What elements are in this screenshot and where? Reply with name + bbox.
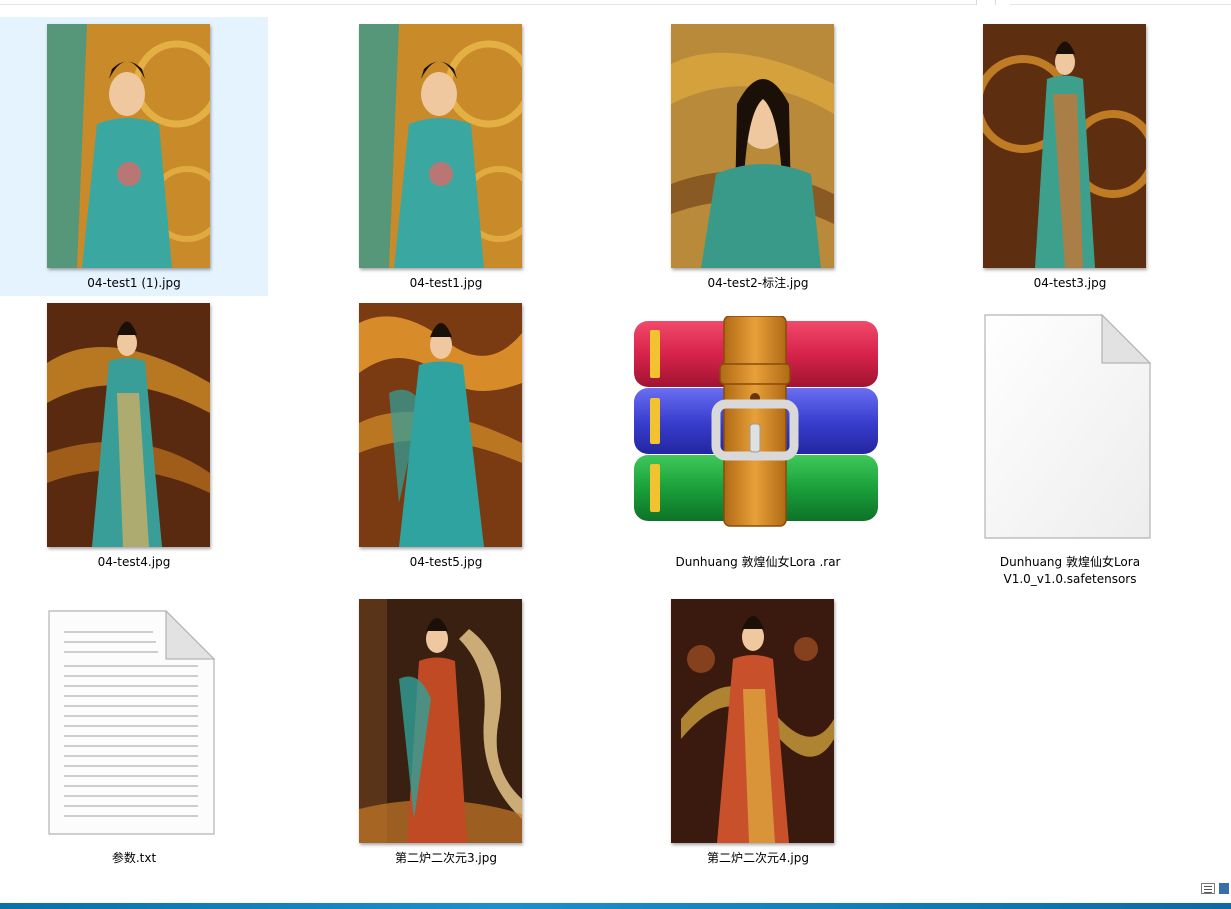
address-bar-border — [0, 4, 976, 5]
large-icons-view-icon[interactable] — [1219, 883, 1229, 894]
file-item[interactable]: 04-test1 (1).jpg — [0, 17, 268, 296]
file-item[interactable]: 04-test3.jpg — [936, 17, 1204, 296]
search-box-border[interactable] — [1010, 4, 1231, 5]
file-item[interactable]: 04-test4.jpg — [0, 296, 268, 591]
taskbar-edge — [0, 903, 1231, 909]
file-name-line2: V1.0_v1.0.safetensors — [1003, 572, 1137, 586]
address-bar-edge — [0, 0, 1231, 5]
image-thumbnail — [983, 24, 1146, 268]
file-name: 04-test4.jpg — [97, 555, 171, 569]
file-name: 04-test3.jpg — [1033, 276, 1107, 290]
file-name: 第二炉二次元4.jpg — [706, 851, 810, 865]
view-toggle-group — [1201, 883, 1229, 895]
toolbar-divider — [995, 0, 996, 5]
image-thumbnail — [671, 599, 834, 843]
blank-document-icon — [984, 313, 1152, 540]
file-item[interactable]: 04-test2-标注.jpg — [624, 17, 892, 296]
image-thumbnail — [47, 24, 210, 268]
image-thumbnail — [359, 599, 522, 843]
file-item[interactable]: 参数.txt — [0, 592, 268, 872]
file-item[interactable]: 第二炉二次元3.jpg — [312, 592, 580, 872]
text-document-icon — [48, 609, 216, 836]
file-item[interactable]: 04-test5.jpg — [312, 296, 580, 591]
file-item[interactable]: Dunhuang 敦煌仙女Lora .rar — [624, 296, 892, 591]
file-item[interactable]: Dunhuang 敦煌仙女Lora V1.0_v1.0.safetensors — [936, 296, 1204, 591]
file-item[interactable]: 第二炉二次元4.jpg — [624, 592, 892, 872]
image-thumbnail — [47, 303, 210, 547]
file-name: 04-test1.jpg — [409, 276, 483, 290]
file-name-line1: Dunhuang 敦煌仙女Lora — [999, 555, 1141, 569]
image-thumbnail — [359, 303, 522, 547]
image-thumbnail — [671, 24, 834, 268]
file-name: 04-test5.jpg — [409, 555, 483, 569]
file-name: 04-test2-标注.jpg — [707, 276, 809, 290]
details-view-icon[interactable] — [1201, 883, 1215, 894]
toolbar-divider — [976, 0, 977, 5]
file-name: 04-test1 (1).jpg — [87, 276, 181, 290]
rar-archive-icon — [632, 315, 882, 531]
file-name: 第二炉二次元3.jpg — [394, 851, 498, 865]
file-item[interactable]: 04-test1.jpg — [312, 17, 580, 296]
image-thumbnail — [359, 24, 522, 268]
file-name: 参数.txt — [111, 851, 157, 865]
file-name: Dunhuang 敦煌仙女Lora .rar — [675, 555, 841, 569]
